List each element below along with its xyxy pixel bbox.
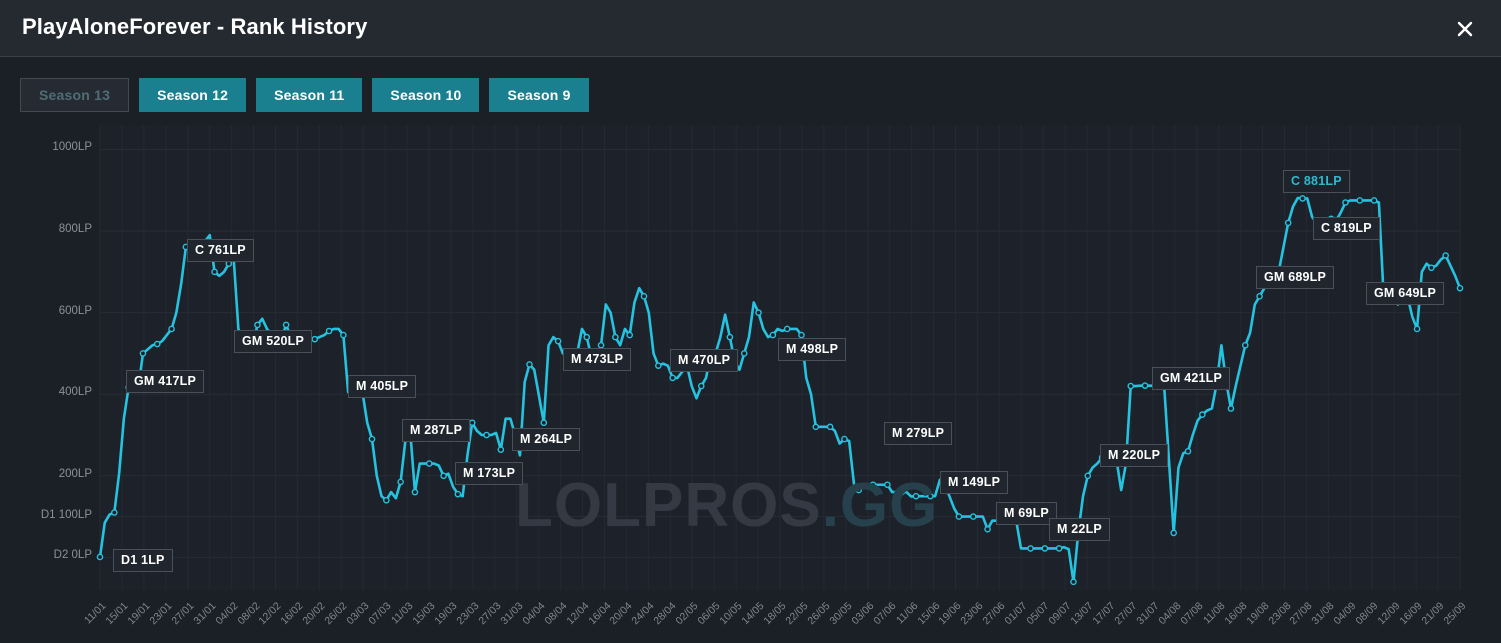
season-tabs: Season 13 Season 12 Season 11 Season 10 Seas… (20, 78, 589, 112)
point-label: M 220LP (1100, 444, 1169, 467)
point-label: GM 421LP (1152, 367, 1231, 390)
window-header: PlayAloneForever - Rank History (0, 0, 1501, 57)
point-label: M 22LP (1049, 518, 1110, 541)
point-label: M 264LP (512, 428, 581, 451)
point-label: GM 649LP (1366, 282, 1445, 305)
point-label: D1 1LP (113, 549, 173, 572)
season-tab-season-10[interactable]: Season 10 (372, 78, 480, 112)
point-label: C 761LP (187, 239, 254, 262)
point-label: M 405LP (348, 375, 417, 398)
close-icon (1457, 21, 1473, 37)
y-axis-tick: 800LP (58, 223, 92, 236)
point-label: C 819LP (1313, 217, 1380, 240)
season-tab-season-11[interactable]: Season 11 (256, 78, 363, 112)
y-axis-tick: 1000LP (52, 141, 92, 154)
point-label: GM 520LP (234, 330, 313, 353)
point-label: M 69LP (996, 502, 1057, 525)
point-label: M 279LP (884, 422, 953, 445)
season-tab-season-13: Season 13 (20, 78, 130, 112)
rank-history-chart: LOLPROS.GG 1000LP 800LP 600LP 400LP 200LP D1 … (0, 125, 1501, 643)
point-label: GM 417LP (126, 370, 205, 393)
chart-canvas (96, 125, 1464, 590)
y-axis-tick: 400LP (58, 386, 92, 399)
point-label: GM 689LP (1256, 266, 1335, 289)
rank-history-window: PlayAloneForever - Rank History Season 1… (0, 0, 1501, 643)
page-title: PlayAloneForever - Rank History (22, 14, 368, 39)
season-tab-season-9[interactable]: Season 9 (489, 78, 589, 112)
close-button[interactable] (1449, 13, 1481, 45)
y-axis-tick: 200LP (58, 467, 92, 480)
y-axis-tick: D2 0LP (53, 549, 92, 562)
season-tab-season-12[interactable]: Season 12 (139, 78, 247, 112)
point-label: M 498LP (778, 338, 847, 361)
y-axis-tick: 600LP (58, 304, 92, 317)
point-label: C 881LP (1283, 170, 1350, 193)
point-label: M 473LP (563, 348, 632, 371)
point-label: M 470LP (670, 349, 739, 372)
point-label: M 173LP (455, 462, 524, 485)
point-label: M 149LP (940, 471, 1009, 494)
point-label: M 287LP (402, 419, 471, 442)
y-axis-tick: D1 100LP (40, 508, 92, 521)
